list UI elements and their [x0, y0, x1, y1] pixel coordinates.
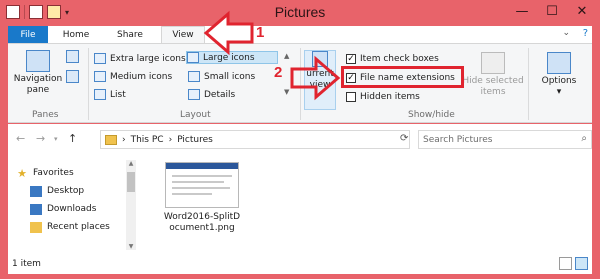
address-bar[interactable]: › This PC › Pictures	[100, 130, 410, 149]
back-arrow-icon[interactable]: ←	[16, 132, 25, 145]
scroll-down-icon[interactable]: ▼	[126, 243, 136, 250]
file-item[interactable]: Word2016-SplitD ocument1.png	[158, 162, 246, 234]
file-name-line-1: Word2016-SplitD	[163, 212, 241, 222]
large-icons-view-icon[interactable]	[575, 257, 588, 270]
annotation-arrow-1	[203, 10, 254, 56]
thumbnail-line	[172, 175, 232, 177]
navpane-desktop[interactable]: Desktop	[30, 184, 84, 198]
star-icon: ★	[17, 166, 27, 180]
navpane-recent-places[interactable]: Recent places	[30, 220, 110, 234]
breadcrumb-sep[interactable]: ›	[122, 135, 126, 145]
annotation-highlight-box	[341, 66, 464, 88]
navpane-label: Desktop	[47, 186, 85, 196]
item-count: 1 item	[12, 259, 41, 269]
navpane-downloads[interactable]: Downloads	[30, 202, 96, 216]
thumbnail-titlebar	[166, 163, 238, 169]
status-bar: 1 item	[8, 254, 592, 274]
thumbnail-line	[172, 193, 212, 195]
explorer-window: ▾ Pictures — ☐ ✕ File Home Share View ⌄ …	[0, 0, 600, 279]
content-area: ★ Favorites Desktop Downloads Recent pla…	[8, 154, 592, 254]
thumbnail-line	[172, 187, 230, 189]
navigation-bar: ← → ▾ ↑ › This PC › Pictures ⟳ Search Pi…	[8, 124, 592, 154]
thumbnail-line	[172, 181, 224, 183]
search-icon: ⌕	[581, 133, 587, 144]
file-name-line-2: ocument1.png	[169, 223, 235, 233]
breadcrumb-this-pc[interactable]: This PC	[131, 135, 164, 145]
details-view-icon[interactable]	[559, 257, 572, 270]
folder-icon	[105, 134, 117, 145]
image-thumbnail	[165, 162, 239, 208]
search-placeholder: Search Pictures	[423, 134, 493, 145]
breadcrumb-pictures[interactable]: Pictures	[177, 135, 213, 145]
navpane-scrollbar[interactable]: ▲ ▼	[126, 160, 136, 250]
annotation-step-2: 2	[274, 64, 283, 81]
breadcrumb-sep[interactable]: ›	[169, 135, 173, 145]
navpane-label: Downloads	[47, 204, 97, 214]
up-arrow-icon[interactable]: ↑	[68, 132, 77, 145]
refresh-icon[interactable]: ⟳	[400, 133, 408, 144]
search-input[interactable]: Search Pictures ⌕	[418, 130, 592, 149]
scrollbar-thumb[interactable]	[127, 172, 135, 192]
recent-locations-icon[interactable]: ▾	[54, 135, 58, 143]
navpane-label: Favorites	[33, 168, 74, 178]
navpane-label: Recent places	[47, 222, 110, 232]
scroll-up-icon[interactable]: ▲	[126, 160, 136, 167]
downloads-icon	[30, 203, 42, 215]
forward-arrow-icon[interactable]: →	[36, 132, 45, 145]
desktop-icon	[30, 185, 42, 197]
view-switcher	[559, 257, 588, 270]
navigation-pane: ★ Favorites Desktop Downloads Recent pla…	[8, 154, 136, 254]
annotation-arrow-2	[290, 55, 341, 101]
recent-places-icon	[30, 221, 42, 233]
navpane-favorites[interactable]: ★ Favorites	[16, 166, 74, 180]
annotation-step-1: 1	[256, 24, 265, 41]
